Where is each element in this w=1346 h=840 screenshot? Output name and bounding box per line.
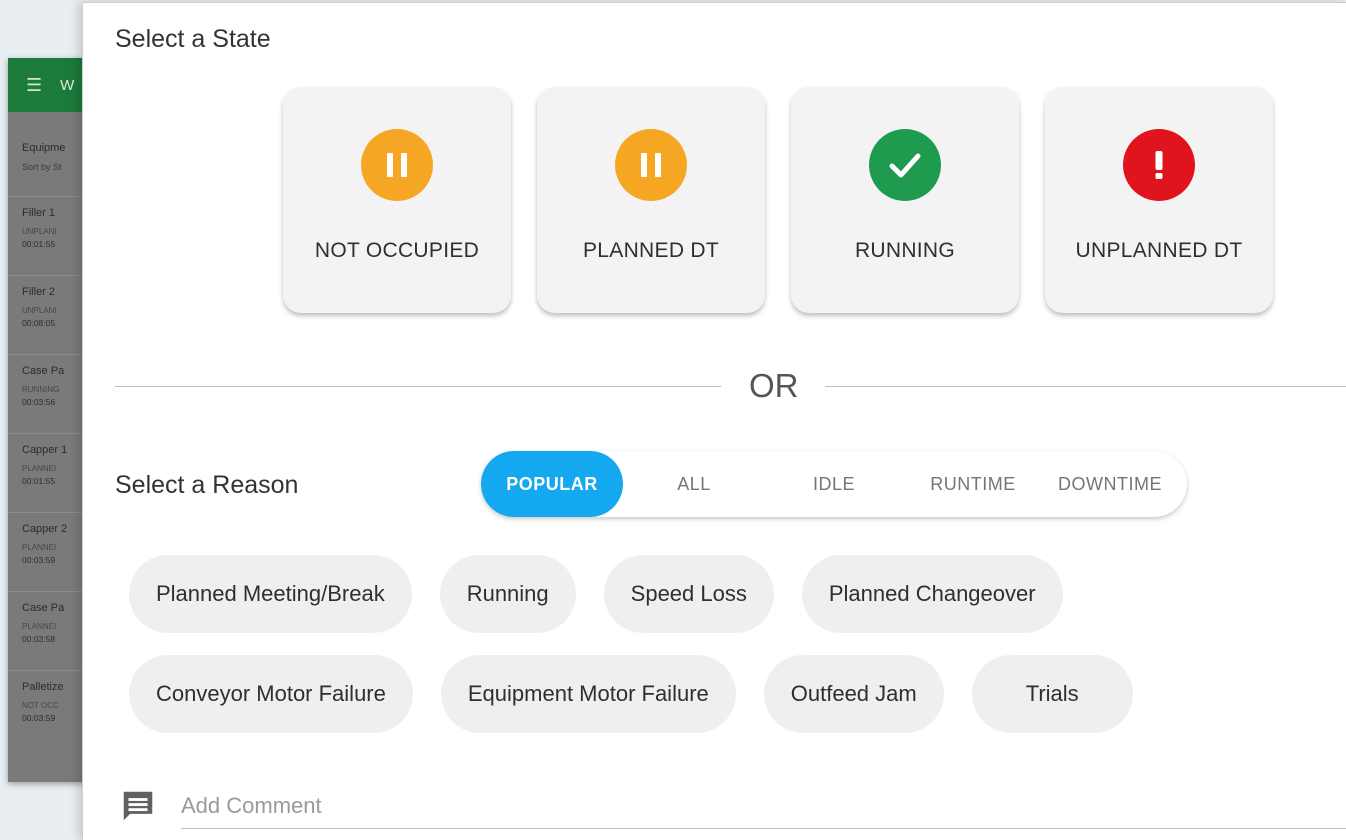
pause-icon (615, 129, 687, 201)
or-divider: OR (115, 361, 1346, 411)
state-card-running[interactable]: RUNNING (791, 87, 1019, 313)
state-label: RUNNING (854, 239, 956, 262)
reason-chips: Planned Meeting/Break Running Speed Loss… (129, 555, 1309, 755)
reason-chip-conveyor-motor-failure[interactable]: Conveyor Motor Failure (129, 655, 413, 733)
state-label: UNPLANNED DT (1075, 239, 1243, 262)
state-reason-dialog: Select a State NOT OCCUPIED PLANNED DT R… (82, 2, 1346, 840)
reason-chip-speed-loss[interactable]: Speed Loss (603, 555, 774, 633)
pause-icon (361, 129, 433, 201)
comment-input[interactable] (181, 783, 1346, 829)
app-title: W (60, 76, 75, 94)
state-options: NOT OCCUPIED PLANNED DT RUNNING UNPLANNE… (283, 87, 1273, 313)
state-label: PLANNED DT (582, 239, 720, 262)
reason-chip-row: Conveyor Motor Failure Equipment Motor F… (129, 655, 1309, 733)
state-card-unplanned-dt[interactable]: UNPLANNED DT (1045, 87, 1273, 313)
dialog-title: Select a State (115, 25, 271, 53)
reason-chip-planned-changeover[interactable]: Planned Changeover (801, 555, 1063, 633)
tab-downtime[interactable]: DOWNTIME (1043, 451, 1177, 517)
tab-all[interactable]: ALL (623, 451, 765, 517)
reason-chip-equipment-motor-failure[interactable]: Equipment Motor Failure (440, 655, 736, 733)
comment-icon (123, 791, 153, 821)
tab-idle[interactable]: IDLE (765, 451, 903, 517)
comment-row (119, 781, 1346, 831)
menu-icon[interactable]: ☰ (26, 75, 42, 96)
check-icon (869, 129, 941, 201)
tab-popular[interactable]: POPULAR (481, 451, 623, 517)
reason-chip-trials[interactable]: Trials (971, 655, 1133, 733)
divider-line (824, 385, 1346, 387)
reason-title: Select a Reason (115, 471, 299, 499)
exclamation-icon (1123, 129, 1195, 201)
reason-chip-row: Planned Meeting/Break Running Speed Loss… (129, 555, 1309, 633)
state-label: NOT OCCUPIED (314, 239, 480, 262)
reason-chip-planned-meeting-break[interactable]: Planned Meeting/Break (129, 555, 412, 633)
or-text: OR (749, 367, 799, 404)
reason-filter-tabs: POPULAR ALL IDLE RUNTIME DOWNTIME (481, 451, 1187, 517)
state-card-planned-dt[interactable]: PLANNED DT (537, 87, 765, 313)
reason-chip-outfeed-jam[interactable]: Outfeed Jam (763, 655, 944, 733)
tab-runtime[interactable]: RUNTIME (903, 451, 1043, 517)
divider-line (115, 385, 721, 387)
reason-chip-running[interactable]: Running (439, 555, 576, 633)
state-card-not-occupied[interactable]: NOT OCCUPIED (283, 87, 511, 313)
